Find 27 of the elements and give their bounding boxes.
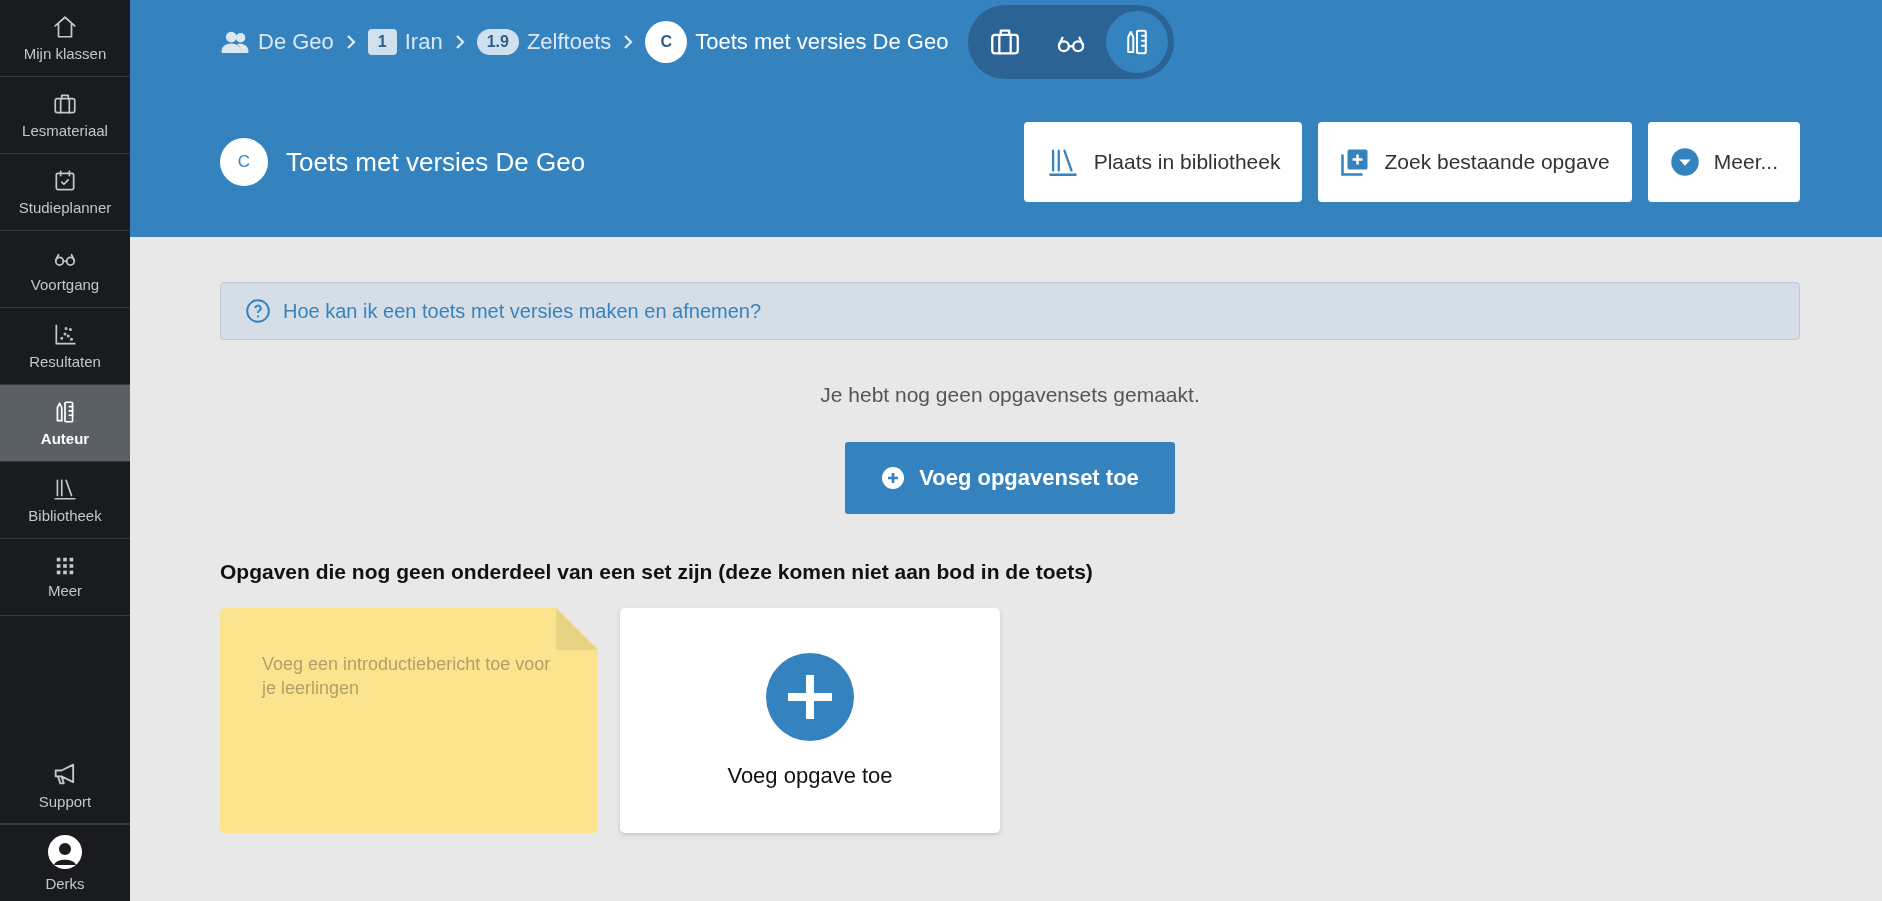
chapter-badge: C: [220, 138, 268, 186]
scatter-chart-icon: [52, 322, 78, 348]
add-task-card[interactable]: Voeg opgave toe: [620, 608, 1000, 833]
books-icon: [52, 476, 78, 502]
plus-circle-icon: [881, 466, 906, 490]
calendar-icon: [52, 168, 78, 194]
section-heading: Opgaven die nog geen onderdeel van een set zijn (deze komen niet aan bod in de toets): [220, 560, 1094, 584]
header-button[interactable]: Meer...: [1647, 122, 1800, 202]
plus-circle-icon: [766, 652, 854, 741]
add-copy-icon: [1340, 147, 1371, 177]
header-button[interactable]: Plaats in bibliotheek: [1023, 122, 1303, 202]
header-button[interactable]: Zoek bestaande opgave: [1318, 122, 1632, 202]
breadcrumb-link[interactable]: 1 Iran: [367, 29, 443, 55]
briefcase-icon: [52, 91, 78, 117]
mode-button[interactable]: [1106, 11, 1169, 73]
sidebar-item[interactable]: Derks: [0, 824, 130, 901]
add-set-button[interactable]: Voeg opgavenset toe: [845, 442, 1175, 514]
page-title: Toets met versies De Geo: [286, 146, 587, 178]
breadcrumb-link[interactable]: 1.9 Zelftoets: [476, 29, 612, 55]
question-icon: [245, 298, 271, 324]
house-icon: [52, 14, 78, 40]
breadcrumb-link[interactable]: C Toets met versies De Geo: [645, 21, 949, 63]
sidebar-item[interactable]: Auteur: [0, 385, 130, 462]
dropdown-icon: [1669, 147, 1700, 177]
avatar-icon: [47, 834, 83, 870]
grid-icon: [54, 555, 76, 577]
empty-message: Je hebt nog geen opgavensets gemaakt.: [819, 383, 1201, 407]
